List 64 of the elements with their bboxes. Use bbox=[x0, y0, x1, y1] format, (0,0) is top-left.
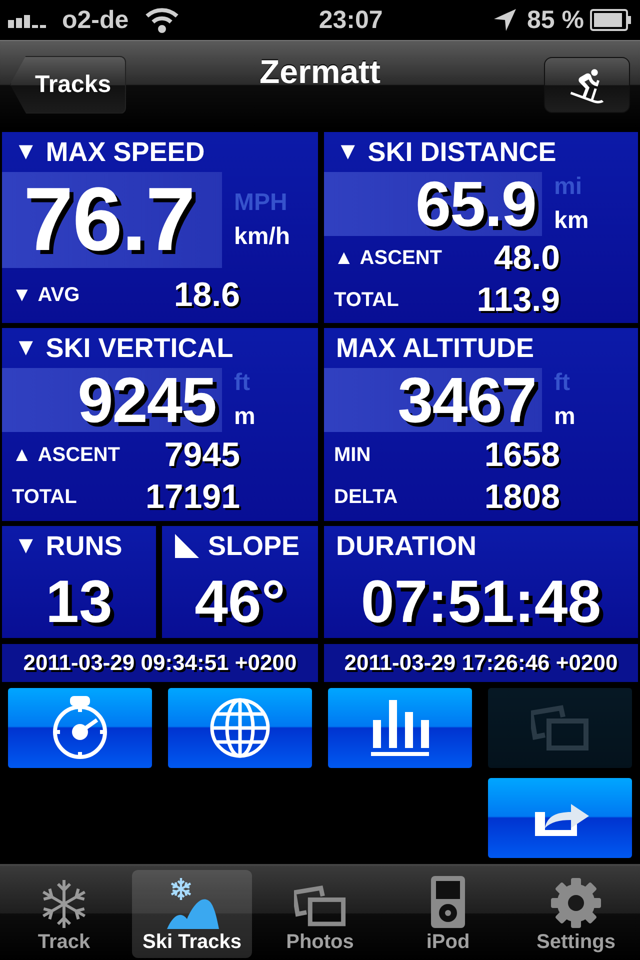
stat-value: 46° bbox=[194, 572, 286, 632]
snowy-mountain-icon bbox=[165, 877, 219, 929]
settings-icon bbox=[550, 877, 602, 929]
tab-item[interactable]: Settings bbox=[516, 870, 636, 958]
stat-value: 7945 bbox=[164, 436, 240, 475]
stat-value: 48.0 bbox=[494, 239, 560, 278]
stat-title: MAX SPEED bbox=[46, 136, 205, 168]
stat-value: 1658 bbox=[484, 436, 560, 475]
stat-value: 17191 bbox=[145, 478, 240, 518]
screen-title: Zermatt bbox=[259, 53, 381, 91]
stat-value: 13 bbox=[46, 572, 112, 632]
stat-label: ▲ ASCENT bbox=[12, 444, 122, 467]
battery-percent: 85 % bbox=[527, 6, 584, 34]
stat-title: RUNS bbox=[46, 530, 122, 562]
globe-icon bbox=[209, 697, 271, 759]
stat-value: 07:51:48 bbox=[360, 572, 602, 632]
stat-title: SLOPE bbox=[208, 530, 300, 562]
stat-value: 1808 bbox=[484, 478, 560, 518]
clock-time: 23:07 bbox=[318, 6, 383, 34]
stat-marker: ▼ bbox=[336, 138, 360, 166]
stat-value: 18.6 bbox=[174, 276, 240, 315]
stat-value: 113.9 bbox=[476, 281, 560, 320]
stat-label: MIN bbox=[334, 444, 372, 467]
music-player-icon bbox=[430, 875, 466, 929]
unit-label[interactable]: m bbox=[234, 403, 318, 431]
stat-label: DELTA bbox=[334, 486, 399, 510]
slope-icon bbox=[174, 533, 200, 559]
stopwatch-button[interactable] bbox=[8, 688, 152, 768]
globe-button[interactable] bbox=[168, 688, 312, 768]
location-arrow-icon bbox=[493, 8, 518, 32]
timestamp: 2011-03-29 09:34:51 +0200 bbox=[2, 644, 318, 682]
photos-icon bbox=[531, 705, 589, 751]
stat-title: SKI VERTICAL bbox=[46, 332, 234, 364]
share-button[interactable] bbox=[488, 778, 632, 858]
tab-item[interactable]: Track bbox=[4, 870, 124, 958]
stat-label: TOTAL bbox=[12, 486, 78, 510]
stat-title: DURATION bbox=[336, 530, 476, 562]
battery-icon bbox=[590, 9, 632, 31]
carrier-name: o2-de bbox=[62, 6, 129, 34]
unit-label[interactable]: m bbox=[554, 403, 638, 431]
stat-value: 3467 bbox=[398, 368, 536, 432]
chart-button[interactable] bbox=[328, 688, 472, 768]
timestamp: 2011-03-29 17:26:46 +0200 bbox=[324, 644, 638, 682]
stat-label: TOTAL bbox=[334, 289, 400, 312]
stat-marker: ▼ bbox=[14, 334, 38, 362]
back-button[interactable]: Tracks bbox=[10, 56, 126, 114]
photos-icon bbox=[294, 883, 346, 929]
stat-title: MAX ALTITUDE bbox=[336, 332, 534, 364]
stat-marker: ▼ bbox=[14, 532, 38, 560]
stat-title: SKI DISTANCE bbox=[368, 136, 556, 168]
bar-chart-icon bbox=[371, 700, 429, 756]
stat-label: ▼ AVG bbox=[12, 284, 81, 307]
wifi-icon bbox=[144, 7, 179, 33]
tab-item[interactable]: iPod bbox=[388, 870, 508, 958]
stat-marker: ▼ bbox=[14, 138, 38, 166]
stat-value: 9245 bbox=[78, 368, 216, 432]
stat-value: 76.7 bbox=[23, 175, 195, 265]
skier-button[interactable] bbox=[544, 56, 630, 112]
tab-item[interactable]: Ski Tracks bbox=[132, 870, 252, 958]
stat-label: ▲ ASCENT bbox=[334, 247, 444, 270]
tab-item[interactable]: Photos bbox=[260, 870, 380, 958]
unit-label[interactable]: km/h bbox=[234, 223, 318, 251]
stat-value: 65.9 bbox=[415, 172, 536, 236]
unit-label[interactable]: km bbox=[554, 207, 638, 235]
